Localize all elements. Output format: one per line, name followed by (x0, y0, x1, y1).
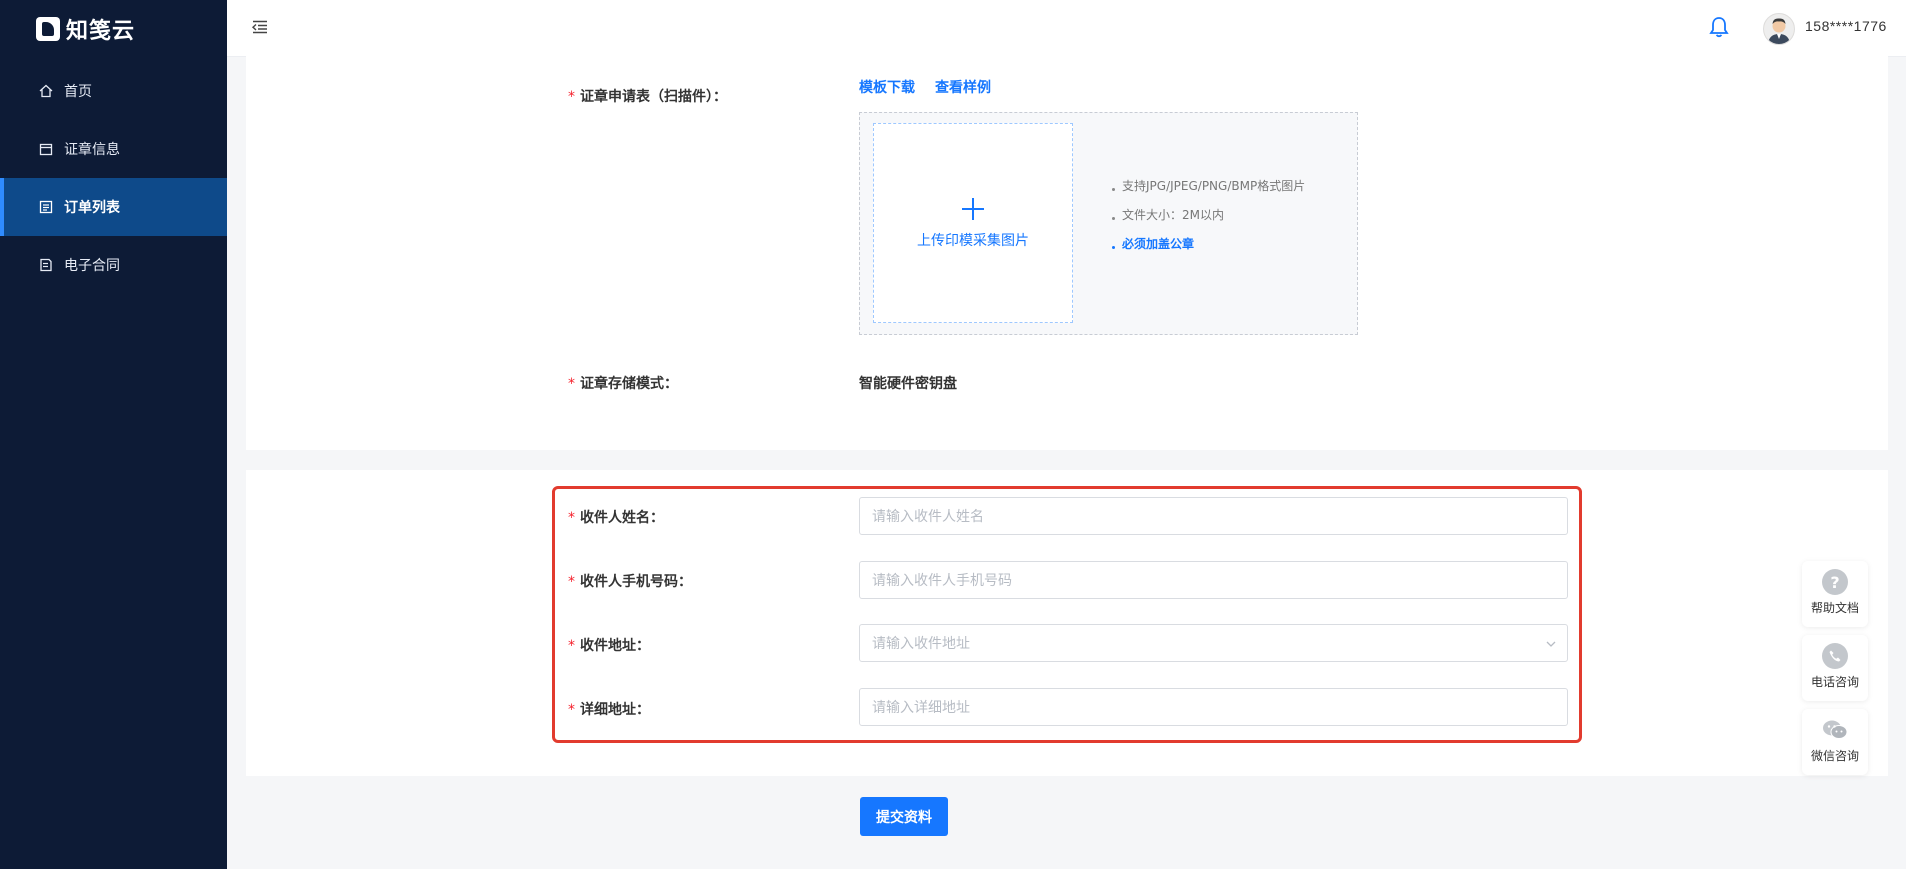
logo-text: 知笺云 (66, 19, 136, 44)
list-icon (38, 199, 54, 215)
sidebar-nav: 首页 证章信息 订单列表 电子合同 (0, 62, 227, 294)
sidebar-item-label: 订单列表 (64, 200, 120, 216)
placeholder-text: 请输入收件人手机号码 (872, 573, 1012, 589)
help-docs-button[interactable]: ? 帮助文档 (1802, 561, 1868, 627)
phone-icon (1822, 643, 1848, 669)
view-sample-link[interactable]: 查看样例 (935, 77, 991, 97)
address-select[interactable]: 请输入收件地址 (859, 624, 1568, 662)
wechat-icon (1822, 717, 1848, 743)
logo-icon (36, 17, 60, 41)
submit-button[interactable]: 提交资料 (860, 797, 948, 836)
tip-item: 文件大小：2M以内 (1112, 206, 1307, 224)
chevron-down-icon (1545, 638, 1557, 650)
tip-item: 支持JPG/JPEG/PNG/BMP格式图片 (1112, 177, 1307, 195)
detail-address-label: * 详细地址： (568, 702, 650, 718)
storage-mode-label: * 证章存储模式： (568, 376, 678, 392)
menu-fold-icon[interactable] (251, 18, 271, 38)
recipient-name-label: * 收件人姓名： (568, 510, 664, 526)
sidebar-item-order-list[interactable]: 订单列表 (0, 178, 227, 236)
placeholder-text: 请输入详细地址 (872, 700, 970, 716)
phone-consult-button[interactable]: 电话咨询 (1802, 635, 1868, 701)
sidebar-item-label: 首页 (64, 84, 92, 100)
username[interactable]: 158****1776 (1805, 18, 1887, 34)
float-label: 电话咨询 (1810, 675, 1859, 689)
avatar[interactable] (1763, 13, 1795, 45)
address-label: * 收件地址： (568, 638, 650, 654)
detail-address-input[interactable]: 请输入详细地址 (859, 688, 1568, 726)
logo[interactable]: 知笺云 (36, 14, 135, 44)
placeholder-text: 请输入收件人姓名 (872, 509, 984, 525)
application-form-label: * 证章申请表（扫描件）： (568, 89, 727, 105)
storage-mode-value: 智能硬件密钥盘 (859, 376, 957, 392)
upload-zone: 上传印模采集图片 支持JPG/JPEG/PNG/BMP格式图片 文件大小：2M以… (859, 112, 1358, 335)
tip-item: 必须加盖公章 (1112, 235, 1307, 253)
upload-button[interactable]: 上传印模采集图片 (873, 123, 1073, 323)
top-bar: 158****1776 (227, 0, 1906, 57)
template-download-link[interactable]: 模板下载 (859, 77, 915, 97)
help-icon: ? (1822, 569, 1848, 595)
float-label: 帮助文档 (1810, 601, 1859, 615)
sidebar-item-label: 证章信息 (64, 142, 120, 158)
calendar-icon (38, 141, 54, 157)
upload-tips: 支持JPG/JPEG/PNG/BMP格式图片 文件大小：2M以内 必须加盖公章 (1112, 177, 1307, 264)
bell-icon[interactable] (1709, 16, 1731, 40)
placeholder-text: 请输入收件地址 (872, 636, 970, 652)
float-label: 微信咨询 (1810, 749, 1859, 763)
recipient-phone-label: * 收件人手机号码： (568, 574, 692, 590)
contract-icon (38, 257, 54, 273)
recipient-name-input[interactable]: 请输入收件人姓名 (859, 497, 1568, 535)
recipient-phone-input[interactable]: 请输入收件人手机号码 (859, 561, 1568, 599)
sidebar-item-label: 电子合同 (64, 258, 120, 274)
sidebar-item-home[interactable]: 首页 (0, 62, 227, 120)
upload-text: 上传印模采集图片 (917, 233, 1029, 249)
home-icon (38, 83, 54, 99)
wechat-consult-button[interactable]: 微信咨询 (1802, 709, 1868, 775)
sidebar-item-e-contract[interactable]: 电子合同 (0, 236, 227, 294)
sidebar-item-seal-info[interactable]: 证章信息 (0, 120, 227, 178)
plus-icon (874, 196, 1072, 224)
sidebar: 知笺云 首页 证章信息 订单列表 电子合同 (0, 0, 227, 869)
